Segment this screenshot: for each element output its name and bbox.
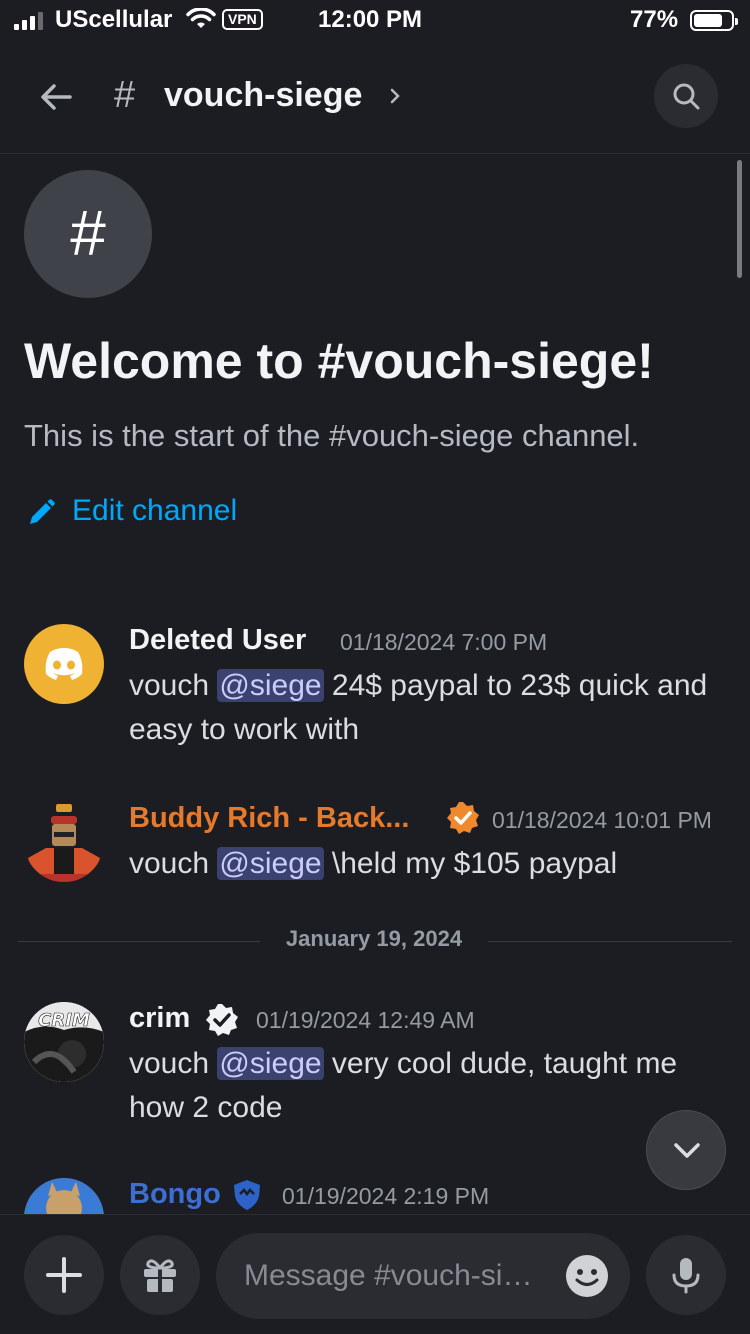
add-attachment-button[interactable] — [24, 1235, 104, 1315]
avatar[interactable] — [24, 1178, 104, 1214]
emoji-button[interactable] — [566, 1255, 608, 1297]
carrier-name: UScellular — [55, 6, 173, 33]
microphone-icon — [672, 1258, 700, 1294]
welcome-subtitle: This is the start of the #vouch-siege ch… — [24, 418, 640, 453]
message-text: vouch — [129, 1047, 218, 1080]
message-timestamp: 01/18/2024 7:00 PM — [340, 629, 548, 655]
message-body: vouch @siege \held my $105 paypal — [129, 842, 729, 886]
message-text: vouch — [129, 847, 218, 880]
verified-badge-icon — [206, 1004, 238, 1036]
channel-hash-icon: # — [114, 74, 136, 116]
battery-percentage: 77% — [630, 6, 679, 33]
channel-icon: # — [24, 170, 152, 298]
gift-icon — [144, 1259, 176, 1292]
message-placeholder: Message #vouch-siege — [244, 1259, 549, 1292]
message-timestamp: 01/18/2024 10:01 PM — [492, 807, 712, 833]
pencil-icon — [30, 499, 55, 524]
message-author[interactable]: Bongo — [129, 1178, 221, 1211]
edit-channel-label: Edit channel — [72, 494, 238, 527]
back-arrow-icon[interactable] — [36, 77, 76, 117]
message-composer: Message #vouch-siege — [0, 1214, 750, 1334]
cat-avatar-icon — [24, 1178, 104, 1214]
hash-icon: # — [70, 197, 106, 269]
welcome-title: Welcome to #vouch-siege! — [24, 333, 654, 389]
status-bar: UScellular VPN 12:00 PM 77% — [0, 0, 750, 40]
message-item[interactable]: Bongo 01/19/2024 2:19 PM — [0, 1178, 750, 1214]
gift-button[interactable] — [120, 1235, 200, 1315]
channel-title[interactable]: vouch-siege — [164, 76, 362, 115]
search-button[interactable] — [654, 64, 718, 128]
user-mention[interactable]: @siege — [217, 1047, 324, 1080]
date-divider: January 19, 2024 — [260, 926, 488, 952]
crim-avatar-icon: CRIM — [24, 1002, 104, 1082]
jump-to-bottom-button[interactable] — [646, 1110, 726, 1190]
shield-badge-icon — [234, 1180, 260, 1210]
scrollbar[interactable] — [737, 160, 742, 278]
user-mention[interactable]: @siege — [217, 847, 324, 880]
clock: 12:00 PM — [318, 6, 423, 33]
message-body: vouch @siege very cool dude, taught me h… — [129, 1042, 729, 1130]
message-author[interactable]: Deleted User — [129, 624, 306, 657]
verified-badge-icon — [447, 802, 479, 834]
message-timestamp: 01/19/2024 12:49 AM — [256, 1007, 475, 1033]
cellular-signal-icon — [14, 12, 43, 30]
channel-header: # vouch-siege — [0, 40, 750, 154]
smiley-icon — [575, 1269, 599, 1286]
message-text: \held my $105 paypal — [323, 847, 618, 880]
message-input[interactable]: Message #vouch-siege — [216, 1233, 630, 1319]
chevron-down-icon — [674, 1143, 700, 1158]
message-body: vouch @siege 24$ paypal to 23$ quick and… — [129, 664, 729, 752]
search-icon — [673, 83, 700, 110]
message-text: vouch — [129, 669, 218, 702]
user-mention[interactable]: @siege — [217, 669, 324, 702]
roblox-avatar-icon — [28, 804, 100, 882]
avatar-text: CRIM — [38, 1010, 90, 1031]
chevron-right-icon[interactable] — [388, 87, 402, 105]
vpn-badge: VPN — [222, 9, 263, 30]
avatar[interactable]: CRIM — [24, 1002, 104, 1082]
discord-logo-icon — [45, 648, 83, 680]
message-author[interactable]: crim — [129, 1002, 190, 1035]
plus-icon — [46, 1257, 82, 1293]
wifi-icon — [186, 8, 216, 28]
message-author[interactable]: Buddy Rich - Back... — [129, 802, 409, 835]
battery-icon — [690, 10, 738, 31]
voice-message-button[interactable] — [646, 1235, 726, 1315]
message-timestamp: 01/19/2024 2:19 PM — [282, 1183, 490, 1209]
avatar[interactable] — [24, 802, 104, 882]
avatar[interactable] — [24, 624, 104, 704]
